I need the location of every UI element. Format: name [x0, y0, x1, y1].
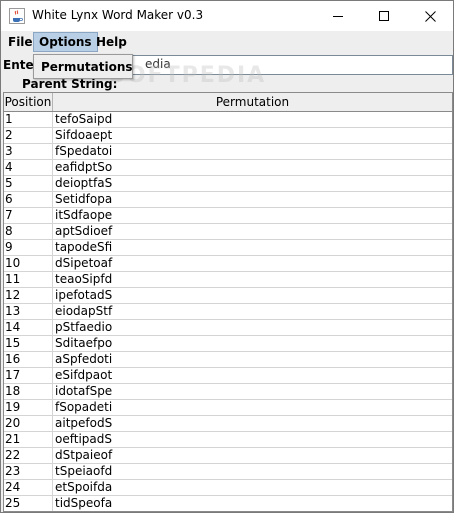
cell-position: 11: [4, 272, 53, 287]
table-row[interactable]: 2 Sifdoaept: [4, 128, 452, 144]
table-row[interactable]: 18 idotafSpe: [4, 384, 452, 400]
table-row[interactable]: 24 etSpoifda: [4, 480, 452, 496]
cell-position: 5: [4, 176, 53, 191]
parent-string-label: Parent String:: [22, 77, 118, 91]
cell-permutation: eiodapStf: [55, 304, 113, 318]
cell-position: 7: [4, 208, 53, 223]
cell-position: 19: [4, 400, 53, 415]
cell-permutation: ipefotadS: [55, 288, 113, 302]
table-row[interactable]: 6 Setidfopa: [4, 192, 452, 208]
table-row[interactable]: 17 eSifdpaot: [4, 368, 452, 384]
cell-permutation: eSifdpaot: [55, 368, 113, 382]
table-row[interactable]: 25 tidSpeofa: [4, 496, 452, 511]
cell-permutation: pStfaedio: [55, 320, 113, 334]
cell-position: 12: [4, 288, 53, 303]
table-row[interactable]: 16 aSpfedoti: [4, 352, 452, 368]
table-header: Position Permutation: [4, 93, 452, 112]
table-row[interactable]: 8 aptSdioef: [4, 224, 452, 240]
cell-permutation: etSpoifda: [55, 480, 113, 494]
cell-permutation: Sifdoaept: [55, 128, 113, 142]
close-icon: [424, 10, 436, 22]
table-row[interactable]: 7 itSdfaope: [4, 208, 452, 224]
table-row[interactable]: 23 tSpeiaofd: [4, 464, 452, 480]
cell-permutation: idotafSpe: [55, 384, 113, 398]
cell-position: 16: [4, 352, 53, 367]
cell-position: 14: [4, 320, 53, 335]
table-row[interactable]: 22 dStpaieof: [4, 448, 452, 464]
table-row[interactable]: 10 dSipetoaf: [4, 256, 452, 272]
cell-permutation: dStpaieof: [55, 448, 113, 462]
cell-permutation: Setidfopa: [55, 192, 113, 206]
menu-help[interactable]: Help: [91, 32, 132, 52]
cell-permutation: Sditaefpo: [55, 336, 113, 350]
cell-permutation: tefoSaipd: [55, 112, 113, 126]
close-button[interactable]: [407, 1, 453, 31]
table-row[interactable]: 11 teaoSipfd: [4, 272, 452, 288]
table-body: 1 tefoSaipd 2 Sifdoaept 3 fSpedatoi 4 eafidptSo…: [4, 112, 452, 511]
cell-position: 4: [4, 160, 53, 175]
cell-position: 1: [4, 112, 53, 127]
table-row[interactable]: 15 Sditaefpo: [4, 336, 452, 352]
table-row[interactable]: 4 eafidptSo: [4, 160, 452, 176]
cell-permutation: fSopadeti: [55, 400, 113, 414]
cell-permutation: dSipetoaf: [55, 256, 113, 270]
cell-position: 22: [4, 448, 53, 463]
maximize-icon: [379, 11, 389, 21]
options-dropdown: Permutations: [33, 54, 133, 79]
column-header-position[interactable]: Position: [4, 93, 53, 111]
cell-permutation: itSdfaope: [55, 208, 113, 222]
maximize-button[interactable]: [361, 1, 407, 31]
cell-permutation: tSpeiaofd: [55, 464, 113, 478]
cell-position: 3: [4, 144, 53, 159]
column-header-permutation[interactable]: Permutation: [53, 93, 452, 111]
java-cup-icon: [9, 8, 25, 24]
cell-permutation: aptSdioef: [55, 224, 113, 238]
table-row[interactable]: 3 fSpedatoi: [4, 144, 452, 160]
cell-position: 15: [4, 336, 53, 351]
table-row[interactable]: 9 tapodeSfi: [4, 240, 452, 256]
cell-permutation: aSpfedoti: [55, 352, 113, 366]
cell-position: 18: [4, 384, 53, 399]
table-row[interactable]: 1 tefoSaipd: [4, 112, 452, 128]
cell-position: 2: [4, 128, 53, 143]
cell-position: 8: [4, 224, 53, 239]
cell-permutation: tapodeSfi: [55, 240, 113, 254]
permutations-table: Position Permutation 1 tefoSaipd 2 Sifdoaep…: [3, 92, 453, 512]
cell-permutation: oeftipadS: [55, 432, 112, 446]
cell-position: 17: [4, 368, 53, 383]
cell-position: 13: [4, 304, 53, 319]
menu-item-permutations[interactable]: Permutations: [36, 57, 133, 77]
cell-position: 23: [4, 464, 53, 479]
minimize-icon: [333, 15, 343, 17]
cell-permutation: teaoSipfd: [55, 272, 113, 286]
cell-permutation: tidSpeofa: [55, 496, 113, 510]
table-row[interactable]: 13 eiodapStf: [4, 304, 452, 320]
table-row[interactable]: 12 ipefotadS: [4, 288, 452, 304]
cell-position: 21: [4, 432, 53, 447]
cell-position: 10: [4, 256, 53, 271]
app-window: White Lynx Word Maker v0.3 File Options …: [0, 0, 454, 513]
word-input-value: edia: [145, 57, 171, 71]
table-row[interactable]: 19 fSopadeti: [4, 400, 452, 416]
cell-position: 9: [4, 240, 53, 255]
title-bar[interactable]: White Lynx Word Maker v0.3: [1, 1, 453, 31]
table-row[interactable]: 5 deioptfaS: [4, 176, 452, 192]
menu-bar: File Options Help: [1, 31, 453, 53]
cell-position: 24: [4, 480, 53, 495]
cell-position: 25: [4, 496, 53, 511]
window-title: White Lynx Word Maker v0.3: [32, 8, 204, 22]
minimize-button[interactable]: [315, 1, 361, 31]
menu-options[interactable]: Options: [33, 32, 98, 52]
cell-permutation: aitpefodS: [55, 416, 113, 430]
cell-position: 20: [4, 416, 53, 431]
cell-position: 6: [4, 192, 53, 207]
table-row[interactable]: 21 oeftipadS: [4, 432, 452, 448]
cell-permutation: fSpedatoi: [55, 144, 113, 158]
cell-permutation: deioptfaS: [55, 176, 113, 190]
cell-permutation: eafidptSo: [55, 160, 113, 174]
table-row[interactable]: 20 aitpefodS: [4, 416, 452, 432]
table-row[interactable]: 14 pStfaedio: [4, 320, 452, 336]
